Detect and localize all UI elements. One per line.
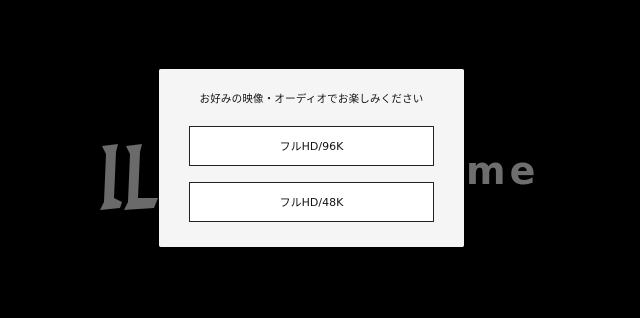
dialog-title: お好みの映像・オーディオでお楽しみください [199,93,424,105]
option-fullhd-48k-button[interactable]: フルHD/48K [189,182,434,222]
option-label: フルHD/48K [279,196,344,209]
logo-mark-icon [100,144,158,210]
option-label: フルHD/96K [279,140,344,153]
logo-text: me [466,149,540,193]
option-fullhd-96k-button[interactable]: フルHD/96K [189,126,434,166]
quality-select-dialog: お好みの映像・オーディオでお楽しみください フルHD/96K フルHD/48K [159,69,464,247]
